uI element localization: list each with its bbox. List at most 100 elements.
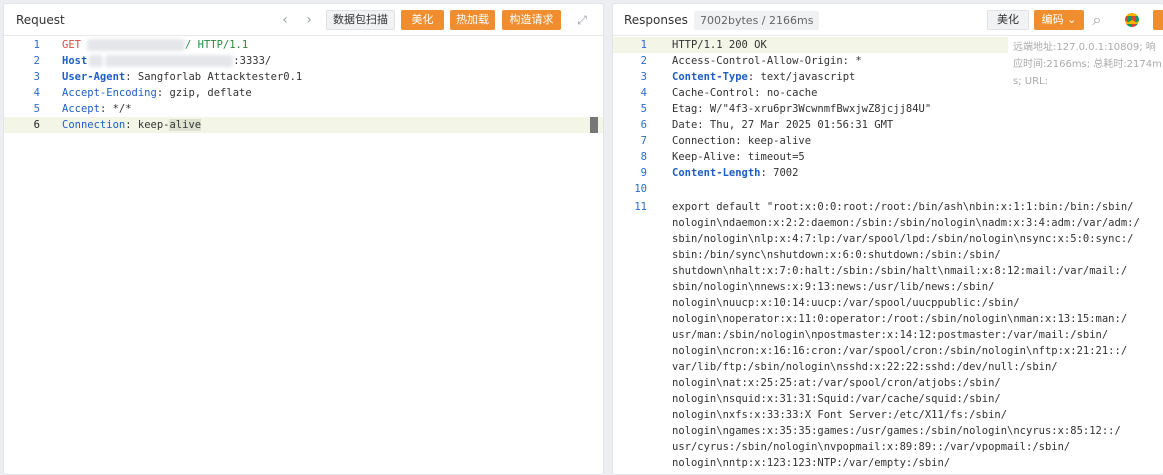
body-text: nologin\ngames:x:35:35:games:/usr/games:… [672,425,1121,437]
header-value: 7002 [766,167,799,179]
header-line: Keep-Alive: timeout=5 [672,151,805,163]
body-text: nologin\nuucp:x:10:14:uucp:/var/spool/uu… [672,297,1020,309]
packet-scan-button[interactable]: 数据包扫描 [326,10,395,30]
body-text: var/lib/ftp:/sbin/nologin\nsshd:x:22:22:… [672,361,1058,373]
response-line-5: 5 Etag: W/"4f3-xru6pr3WcwnmfBwxjwZ8jcjj8… [613,101,1163,117]
next-icon[interactable]: › [300,11,318,29]
line-number: 6 [33,119,40,131]
beautify-button[interactable]: 美化 [401,10,444,30]
line-number: 7 [640,135,647,147]
header-key: Content-Length [672,167,761,179]
line-number: 4 [640,87,647,99]
line-number: 2 [33,55,40,67]
body-text: nologin\noperator:x:11:0:operator:/root:… [672,313,1128,325]
body-wrapped-line: nologin\ndaemon:x:2:2:daemon:/sbin:/sbin… [613,215,1163,231]
header-value: Sangforlab Attacktester0.1 [131,71,303,83]
body-wrapped-line: nologin\ngames:x:35:35:games:/usr/games:… [613,423,1163,439]
body-wrapped-line: var/lib/ftp:/sbin/nologin\nsshd:x:22:22:… [613,359,1163,375]
header-key: Connection [62,119,126,131]
request-line-4: 4 Accept-Encoding: gzip, deflate [4,85,603,101]
body-text: nologin\ncron:x:16:16:cron:/var/spool/cr… [672,345,1128,357]
prev-icon[interactable]: ‹ [276,11,294,29]
body-text: usr/man:/sbin/nologin\npostmaster:x:14:1… [672,329,1109,341]
response-panel: Responses 7002bytes / 2166ms 美化 编码 ⌄ ⌕ 远… [612,3,1163,475]
response-line-11: 11 export default "root:x:0:0:root:/root… [613,199,1163,215]
response-line-4: 4 Cache-Control: no-cache [613,85,1163,101]
redacted-value [89,55,104,67]
request-line-1: 1 GET / HTTP/1.1 [4,37,603,53]
response-header: Responses 7002bytes / 2166ms 美化 编码 ⌄ ⌕ [613,4,1163,36]
search-icon[interactable]: ⌕ [1088,11,1106,29]
line-number: 6 [640,119,647,131]
body-wrapped-line: usr/man:/sbin/nologin\npostmaster:x:14:1… [613,327,1163,343]
header-value: */* [106,103,132,115]
line-number: 1 [33,39,40,51]
body-text: nologin\nat:x:25:25:at:/var/spool/cron/a… [672,377,1001,389]
response-line-10: 10 [613,181,1163,197]
header-key: Host [62,55,88,67]
header-line: Cache-Control: no-cache [672,87,818,99]
request-editor[interactable]: 1 GET / HTTP/1.1 2 Host :3333/ 3 User-Agen… [4,37,603,474]
more-button[interactable] [1153,10,1163,30]
body-wrapped-line: nologin\nuucp:x:10:14:uucp:/var/spool/uu… [613,295,1163,311]
body-text: usr/cyrus:/sbin/nologin\nvpopmail:x:89:8… [672,441,1071,453]
response-line-9: 9 Content-Length: 7002 [613,165,1163,181]
line-number: 5 [640,103,647,115]
hot-load-button[interactable]: 热加载 [450,10,495,30]
response-line-1: 1 HTTP/1.1 200 OK [613,37,1008,53]
request-line-3: 3 User-Agent: Sangforlab Attacktester0.1 [4,69,603,85]
request-header: Request ‹ › 数据包扫描 美化 热加载 构造请求 ⤢ [4,4,603,36]
header-line: Etag: W/"4f3-xru6pr3WcwnmfBwxjwZ8jcjj84U… [672,103,932,115]
response-line-8: 8 Keep-Alive: timeout=5 [613,149,1163,165]
header-line: Access-Control-Allow-Origin: * [672,55,862,67]
body-text: nologin\nxfs:x:33:33:X Font Server:/etc/… [672,409,1008,421]
redacted-path [86,39,185,51]
body-text: sbin/nologin\nnews:x:9:13:news:/usr/lib/… [672,281,995,293]
body-wrapped-line: nologin\ncron:x:16:16:cron:/var/spool/cr… [613,343,1163,359]
body-wrapped-line: nologin\nntp:x:123:123:NTP:/var/empty:/s… [613,455,1163,471]
chevron-down-icon: ⌄ [1067,13,1077,26]
body-text: shutdown\nhalt:x:7:0:halt:/sbin:/sbin/ha… [672,265,1128,277]
response-viewer[interactable]: 1 HTTP/1.1 200 OK 2 Access-Control-Allow… [613,37,1163,474]
header-key: Accept-Encoding [62,87,157,99]
body-wrapped-line: nologin\nsquid:x:31:31:Squid:/var/cache/… [613,391,1163,407]
request-line-2: 2 Host :3333/ [4,53,603,69]
request-line-6: 6 Connection: keep-alive [4,117,603,133]
body-text: nologin\nntp:x:123:123:NTP:/var/empty:/s… [672,457,951,469]
body-wrapped-line: nologin\noperator:x:11:0:operator:/root:… [613,311,1163,327]
line-number: 8 [640,151,647,163]
response-line-7: 7 Connection: keep-alive [613,133,1163,149]
line-number: 3 [33,71,40,83]
encoding-label: 编码 [1041,13,1064,26]
body-wrapped-line: sbin/nologin\nnews:x:9:13:news:/usr/lib/… [613,279,1163,295]
body-wrapped-line: usr/cyrus:/sbin/nologin\nvpopmail:x:89:8… [613,439,1163,455]
body-text: nologin\ndaemon:x:2:2:daemon:/sbin:/sbin… [672,217,1140,229]
header-line: Connection: keep-alive [672,135,812,147]
header-value: :3333/ [233,55,272,67]
response-title: Responses [624,13,688,27]
request-line-5: 5 Accept: */* [4,101,603,117]
line-number: 9 [640,167,647,179]
line-number: 5 [33,103,40,115]
header-value: text/javascript [754,71,856,83]
response-line-3: 3 Content-Type: text/javascript [613,69,1163,85]
line-number: 3 [640,71,647,83]
response-beautify-button[interactable]: 美化 [987,10,1029,30]
construct-request-button[interactable]: 构造请求 [502,10,561,30]
header-key: Content-Type [672,71,748,83]
status-line: HTTP/1.1 200 OK [672,39,767,51]
http-version: / HTTP/1.1 [184,39,249,51]
encoding-dropdown[interactable]: 编码 ⌄ [1034,10,1084,30]
selected-text: alive [169,119,202,131]
body-line: export default "root:x:0:0:root:/root:/b… [672,201,1134,213]
header-line: Date: Thu, 27 Mar 2025 01:56:31 GMT [672,119,894,131]
chrome-icon[interactable] [1125,13,1139,27]
body-text: nologin\nsquid:x:31:31:Squid:/var/cache/… [672,393,1001,405]
expand-icon[interactable]: ⤢ [573,11,591,29]
line-number: 4 [33,87,40,99]
response-size-badge: 7002bytes / 2166ms [694,11,820,30]
header-value: keep- [131,119,170,131]
line-number: 11 [634,201,647,213]
body-wrapped-line: shutdown\nhalt:x:7:0:halt:/sbin:/sbin/ha… [613,263,1163,279]
body-text: sbin/nologin\nlp:x:4:7:lp:/var/spool/lpd… [672,233,1134,245]
